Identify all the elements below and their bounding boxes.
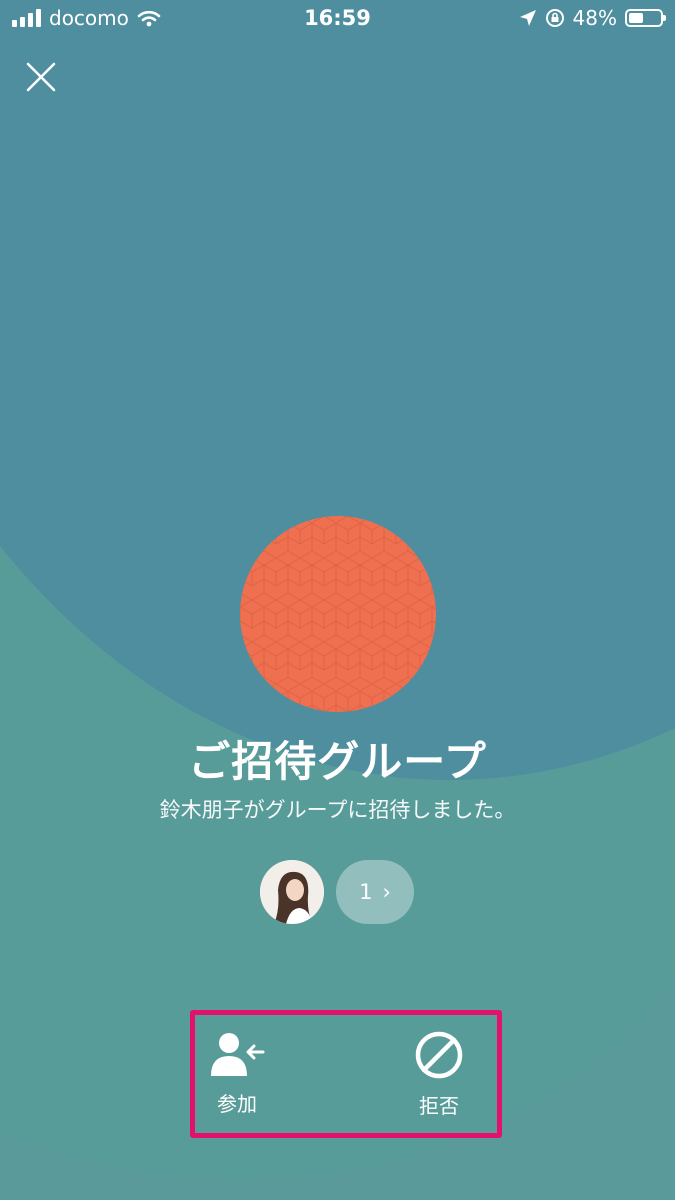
block-icon <box>415 1031 463 1079</box>
status-bar: docomo 16:59 48% <box>0 0 675 40</box>
join-group-icon <box>211 1033 265 1076</box>
decline-label: 拒否 <box>419 1094 459 1118</box>
chevron-right-icon: › <box>382 880 391 904</box>
join-label: 参加 <box>217 1092 257 1116</box>
join-button[interactable]: 参加 <box>187 1030 287 1117</box>
close-button[interactable] <box>22 58 60 96</box>
group-invite-text: 鈴木朋子がグループに招待しました。 <box>159 798 516 822</box>
battery-icon <box>625 9 666 27</box>
close-icon <box>26 62 56 92</box>
member-count-button[interactable]: 1 › <box>336 860 414 924</box>
battery-percent: 48% <box>572 6 617 30</box>
group-title: ご招待グループ <box>188 737 487 786</box>
group-avatar <box>240 516 436 712</box>
location-arrow-icon <box>519 10 536 26</box>
rotation-lock-icon <box>545 9 564 27</box>
member-count: 1 <box>359 880 373 904</box>
decline-button[interactable]: 拒否 <box>389 1030 489 1119</box>
member-avatar[interactable] <box>260 860 324 924</box>
